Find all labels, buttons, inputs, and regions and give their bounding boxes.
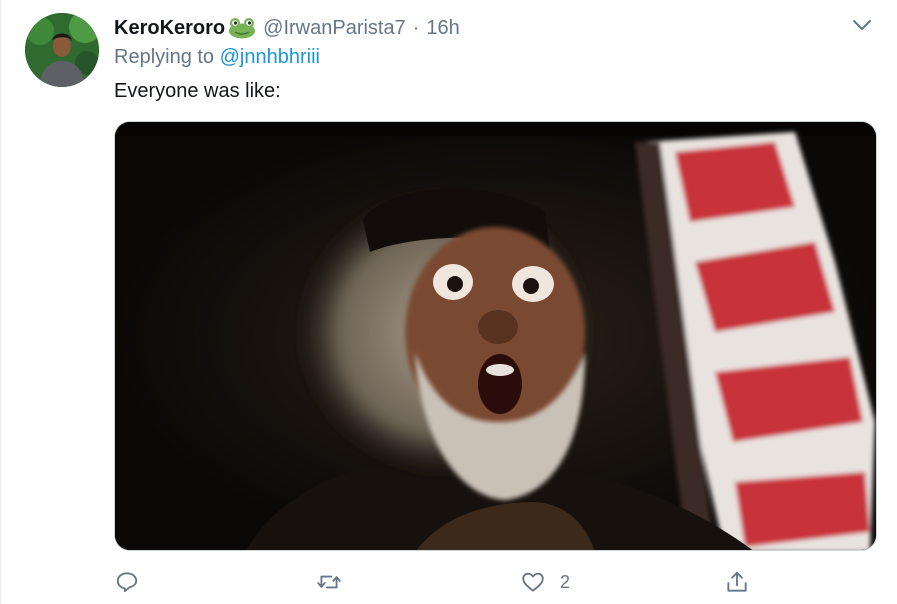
replying-to-line: Replying to @jnnhbhriii bbox=[114, 46, 320, 69]
tweet-media[interactable] bbox=[114, 121, 877, 551]
reply-icon bbox=[116, 572, 138, 593]
like-button[interactable]: 2 bbox=[520, 564, 570, 600]
tweet[interactable]: KeroKeroro @IrwanParista7 · 16h Replying… bbox=[0, 0, 897, 604]
meme-image bbox=[115, 122, 876, 550]
timestamp[interactable]: 16h bbox=[426, 17, 459, 40]
retweet-button[interactable] bbox=[316, 564, 342, 600]
reply-button[interactable] bbox=[114, 564, 140, 600]
user-handle[interactable]: @IrwanParista7 bbox=[263, 17, 406, 40]
tweet-header: KeroKeroro @IrwanParista7 · 16h bbox=[114, 14, 460, 42]
replying-to-label: Replying to bbox=[114, 46, 215, 68]
replying-to-link[interactable]: @jnnhbhriii bbox=[220, 46, 320, 68]
avatar-image bbox=[25, 13, 99, 87]
heart-icon bbox=[522, 572, 544, 592]
display-name[interactable]: KeroKeroro bbox=[114, 17, 225, 40]
more-options-button[interactable] bbox=[849, 15, 875, 35]
share-icon bbox=[727, 571, 747, 592]
separator-dot: · bbox=[412, 16, 420, 39]
chevron-down-icon bbox=[853, 20, 871, 30]
avatar[interactable] bbox=[25, 13, 99, 87]
like-count: 2 bbox=[560, 571, 571, 592]
retweet-icon bbox=[317, 575, 341, 589]
tweet-text: Everyone was like: bbox=[114, 80, 281, 102]
frog-emoji-icon bbox=[227, 17, 257, 39]
tweet-actions: 2 bbox=[114, 564, 754, 600]
share-button[interactable] bbox=[724, 564, 750, 600]
